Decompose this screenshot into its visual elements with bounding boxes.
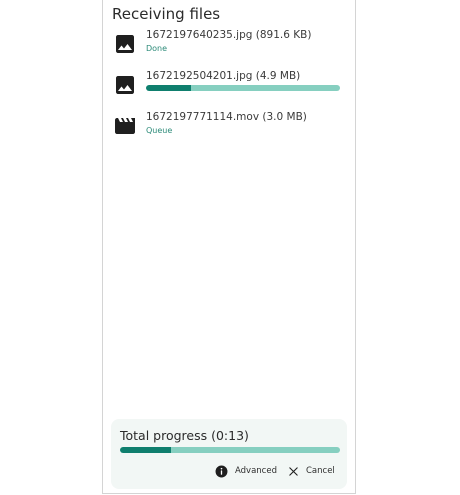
movie-icon: [115, 118, 135, 134]
file-item[interactable]: 1672197640235.jpg (891.6 KB) Done: [103, 29, 355, 65]
image-icon: [116, 76, 134, 94]
image-icon: [116, 35, 134, 53]
file-name: 1672197771114.mov (3.0 MB): [146, 111, 307, 123]
file-status: Queue: [146, 126, 173, 135]
file-progress-fill: [146, 85, 191, 91]
file-name: 1672192504201.jpg (4.9 MB): [146, 70, 301, 82]
advanced-button[interactable]: Advanced: [215, 464, 277, 478]
advanced-label: Advanced: [235, 466, 277, 476]
total-progress-card: Total progress (0:13) Advanced Cancel: [111, 419, 347, 489]
file-progress-bar: [146, 85, 340, 91]
info-icon: [215, 465, 228, 477]
page-title: Receiving files: [112, 5, 221, 23]
receive-dialog: Receiving files 1672197640235.jpg (891.6…: [102, 0, 356, 494]
total-progress-label: Total progress (0:13): [120, 428, 249, 443]
close-icon: [289, 466, 298, 476]
file-item[interactable]: 1672192504201.jpg (4.9 MB): [103, 70, 355, 106]
file-item[interactable]: 1672197771114.mov (3.0 MB) Queue: [103, 111, 355, 147]
cancel-label: Cancel: [306, 466, 335, 476]
total-progress-bar: [120, 447, 340, 453]
file-name: 1672197640235.jpg (891.6 KB): [146, 29, 312, 41]
cancel-button[interactable]: Cancel: [288, 464, 335, 478]
file-status: Done: [146, 44, 168, 53]
total-progress-fill: [120, 447, 171, 453]
